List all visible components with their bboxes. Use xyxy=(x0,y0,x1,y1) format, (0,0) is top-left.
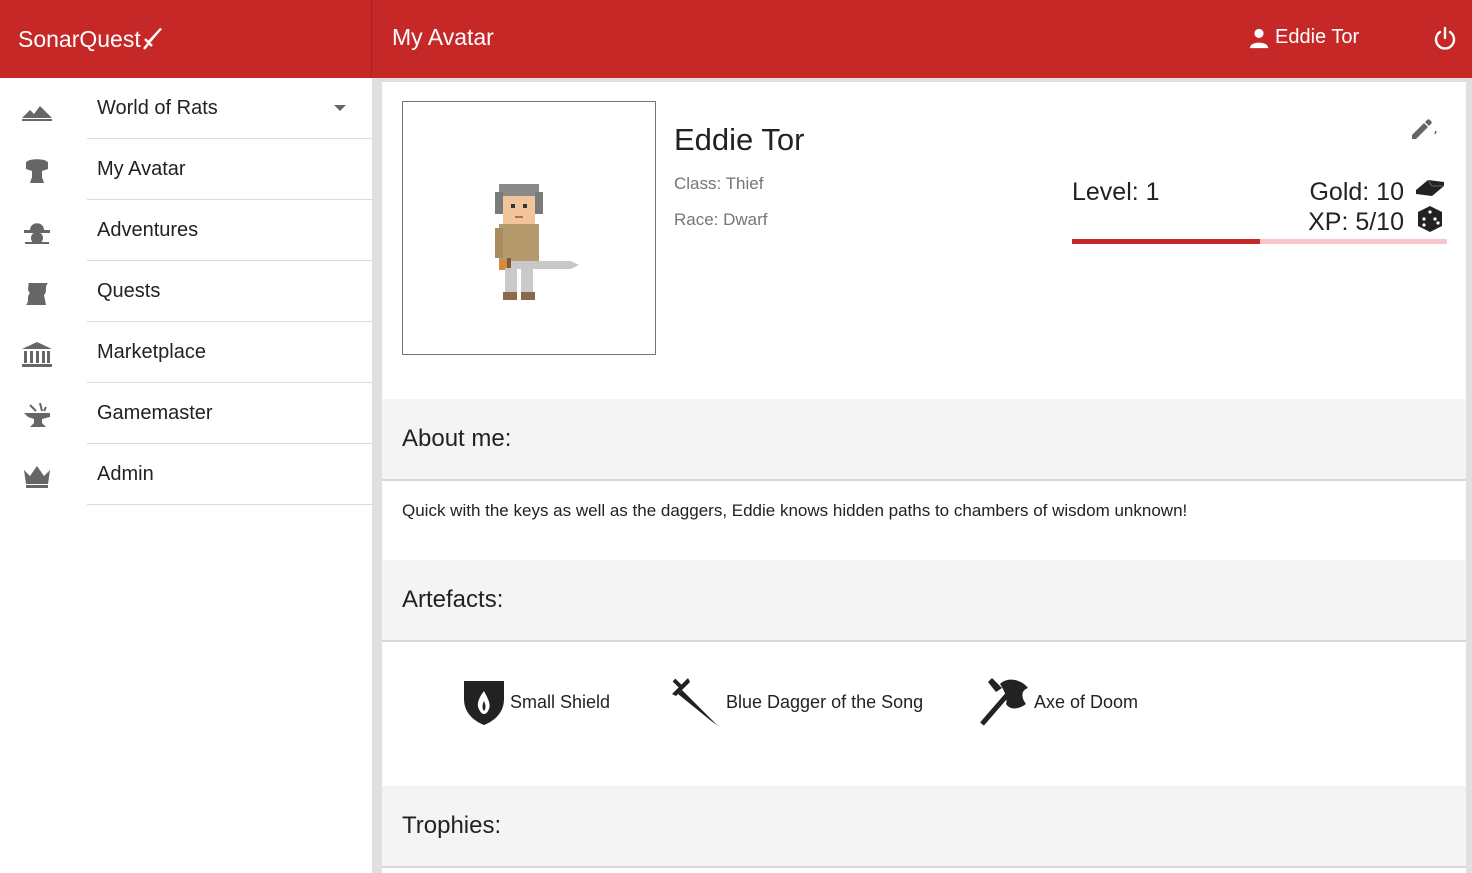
gold-label: Gold: 10 xyxy=(1309,178,1404,206)
sidebar-item-gamemaster[interactable]: Gamemaster xyxy=(0,383,372,444)
section-title: About me: xyxy=(402,425,512,452)
artefact-item[interactable]: Blue Dagger of the Song xyxy=(670,677,923,727)
user-name: Eddie Tor xyxy=(1275,26,1360,48)
dagger-icon xyxy=(672,678,718,726)
sidebar: World of Rats My Avatar Adventures Quest… xyxy=(0,78,372,873)
avatar-class: Class: Thief xyxy=(674,174,764,193)
artefact-name: Axe of Doom xyxy=(1034,691,1139,712)
person-icon xyxy=(1249,28,1269,48)
avatar-name: Eddie Tor xyxy=(674,122,805,157)
section-title: Artefacts: xyxy=(402,586,504,613)
sidebar-item-world[interactable]: World of Rats xyxy=(0,78,372,139)
artefact-name: Small Shield xyxy=(510,691,611,712)
sidebar-item-adventures[interactable]: Adventures xyxy=(0,200,372,261)
about-text: Quick with the keys as well as the dagge… xyxy=(402,501,1188,520)
world-icon xyxy=(22,106,52,121)
trophies-section-header: Trophies: xyxy=(382,786,1466,868)
gold-bar-icon xyxy=(1416,179,1444,196)
axe-icon xyxy=(980,678,1028,726)
knight-helmet-icon xyxy=(26,159,48,183)
shield-icon xyxy=(464,681,504,725)
sidebar-item-label: Gamemaster xyxy=(97,402,213,424)
sidebar-item-label: Quests xyxy=(97,280,161,302)
sidebar-item-quests[interactable]: Quests xyxy=(0,261,372,322)
xp-progress-fill xyxy=(1072,239,1260,244)
sidebar-item-label: My Avatar xyxy=(97,158,186,180)
bank-icon xyxy=(22,342,52,367)
anvil-icon xyxy=(24,403,50,427)
avatar-image-frame xyxy=(402,101,656,355)
avatar-card: Eddie Tor Class: Thief Race: Dwarf Level… xyxy=(382,82,1466,873)
sword-icon xyxy=(142,28,162,50)
artefact-item[interactable]: Axe of Doom xyxy=(978,677,1138,727)
artefacts-section-header: Artefacts: xyxy=(382,560,1466,642)
sidebar-item-label: Adventures xyxy=(97,219,199,241)
about-section-header: About me: xyxy=(382,399,1466,481)
skull-hat-icon xyxy=(24,223,50,244)
sidebar-item-my-avatar[interactable]: My Avatar xyxy=(0,139,372,200)
xp-label: XP: 5/10 xyxy=(1308,208,1404,236)
sidebar-item-admin[interactable]: Admin xyxy=(0,444,372,505)
page-title: My Avatar xyxy=(392,24,494,50)
user-menu[interactable]: Eddie Tor xyxy=(1248,26,1359,49)
sidebar-item-label: World of Rats xyxy=(97,97,218,119)
crown-icon xyxy=(24,466,50,488)
sidebar-item-marketplace[interactable]: Marketplace xyxy=(0,322,372,383)
level-label: Level: 1 xyxy=(1072,178,1160,206)
brand[interactable]: SonarQuest xyxy=(0,0,372,78)
artefact-list: Small Shield Blue Dagger of the Song Axe… xyxy=(382,642,1466,786)
scroll-icon xyxy=(26,283,48,305)
pencil-icon[interactable] xyxy=(1408,115,1438,141)
avatar-picture xyxy=(495,184,579,300)
top-bar: SonarQuest My Avatar Eddie Tor xyxy=(0,0,1472,78)
artefact-item[interactable]: Small Shield xyxy=(462,677,610,727)
avatar-race: Race: Dwarf xyxy=(674,210,768,229)
section-title: Trophies: xyxy=(402,812,502,839)
power-icon[interactable] xyxy=(1432,26,1458,52)
chevron-down-icon[interactable] xyxy=(334,105,346,111)
sidebar-item-label: Marketplace xyxy=(97,341,206,363)
divider xyxy=(87,504,372,505)
brand-name: SonarQuest xyxy=(18,25,141,52)
xp-progress-bar xyxy=(1072,239,1447,244)
dice-icon xyxy=(1418,206,1442,232)
sidebar-item-label: Admin xyxy=(97,463,154,485)
artefact-name: Blue Dagger of the Song xyxy=(726,691,924,712)
